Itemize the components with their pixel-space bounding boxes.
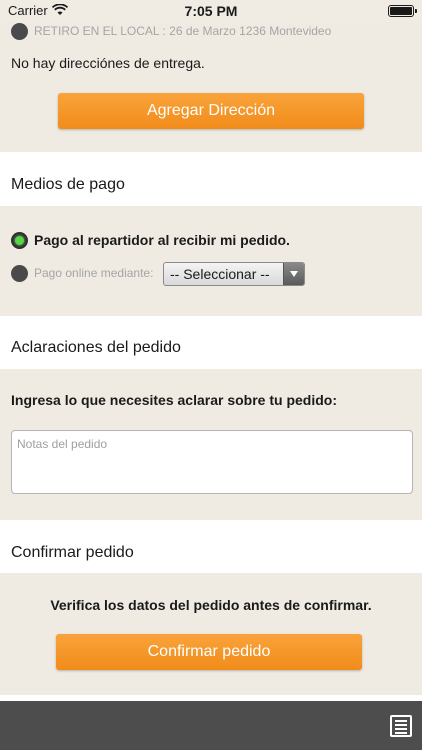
notes-header-title: Aclaraciones del pedido: [11, 339, 181, 356]
delivery-section: RETIRO EN EL LOCAL : 26 de Marzo 1236 Mo…: [0, 22, 422, 152]
payment-method-select-value: -- Seleccionar --: [170, 266, 270, 282]
payment-section-header: Medios de pago: [0, 152, 422, 206]
online-payment-radio[interactable]: [11, 265, 28, 282]
bottom-toolbar: [0, 701, 422, 750]
online-payment-label[interactable]: Pago online mediante:: [34, 266, 153, 280]
status-bar: Carrier 7:05 PM: [0, 0, 422, 22]
confirm-section: Verifica los datos del pedido antes de c…: [0, 573, 422, 695]
confirm-section-header: Confirmar pedido: [0, 520, 422, 573]
pickup-option-label[interactable]: RETIRO EN EL LOCAL : 26 de Marzo 1236 Mo…: [34, 24, 331, 38]
no-addresses-text: No hay direcciónes de entrega.: [11, 55, 205, 71]
list-icon[interactable]: [390, 715, 412, 737]
order-notes-field[interactable]: [11, 430, 413, 494]
notes-prompt: Ingresa lo que necesites aclarar sobre t…: [11, 392, 337, 408]
confirm-order-button[interactable]: Confirmar pedido: [56, 634, 362, 670]
pickup-radio[interactable]: [11, 23, 28, 40]
payment-section: Pago al repartidor al recibir mi pedido.…: [0, 206, 422, 316]
add-address-button[interactable]: Agregar Dirección: [58, 93, 364, 129]
clock: 7:05 PM: [184, 3, 238, 19]
confirm-instruction: Verifica los datos del pedido antes de c…: [50, 597, 372, 613]
payment-method-select[interactable]: -- Seleccionar --: [163, 262, 305, 286]
cash-payment-radio[interactable]: [11, 232, 28, 249]
payment-header-title: Medios de pago: [11, 176, 125, 193]
chevron-down-icon[interactable]: [283, 263, 304, 285]
confirm-header-title: Confirmar pedido: [11, 544, 134, 561]
battery-icon: [388, 5, 417, 17]
notes-section-header: Aclaraciones del pedido: [0, 316, 422, 369]
cash-payment-label[interactable]: Pago al repartidor al recibir mi pedido.: [34, 232, 290, 248]
